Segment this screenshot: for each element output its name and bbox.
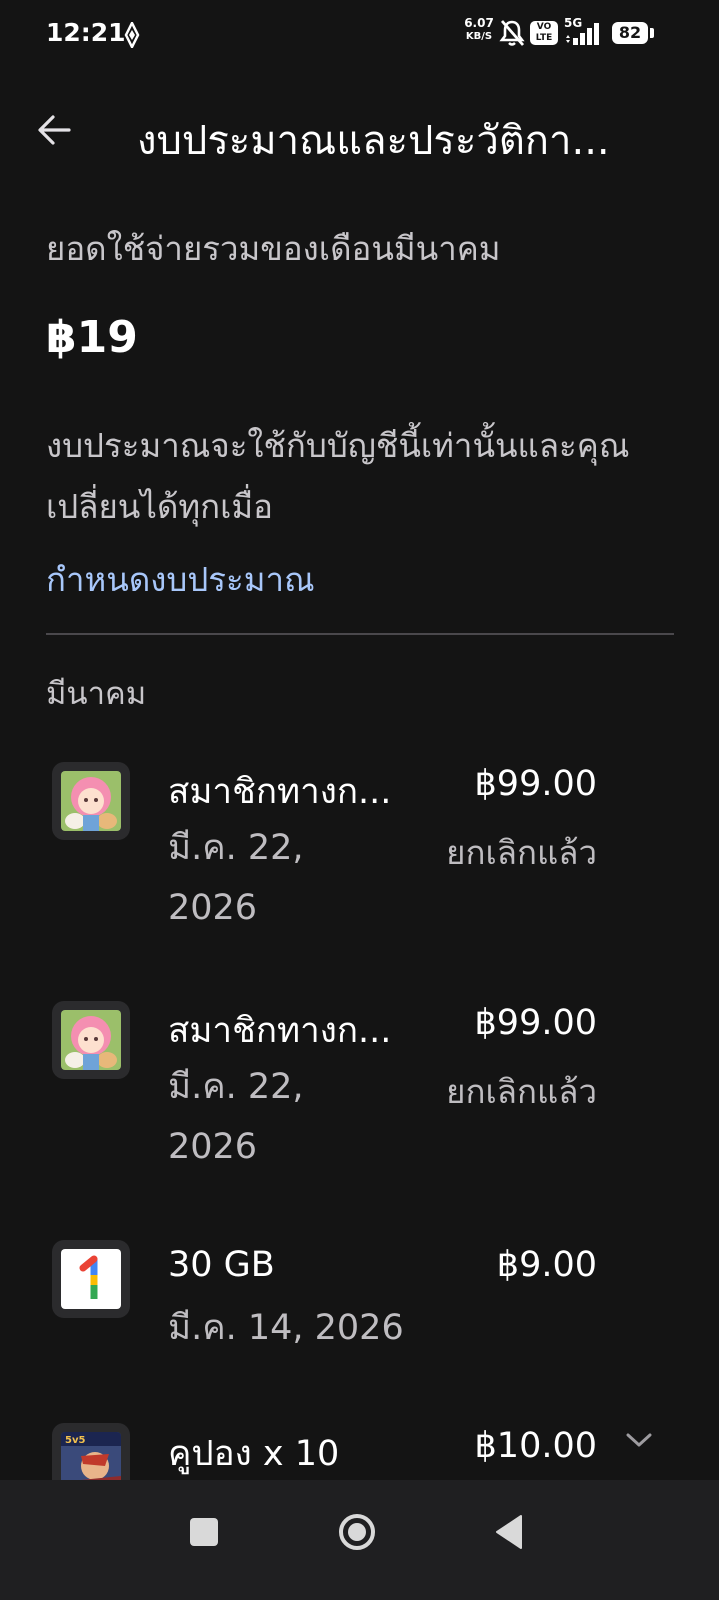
volte-top-label: VO — [536, 22, 552, 32]
battery-level: 82 — [618, 23, 642, 42]
transaction-name: คูปอง x 10 — [168, 1434, 340, 1474]
transaction-price: ฿99.00 — [474, 764, 597, 804]
status-time: 12:21 — [46, 18, 126, 47]
location-diamond-icon — [124, 22, 140, 48]
transaction-date: มี.ค. 22, 2026 — [168, 1067, 304, 1167]
battery-tip — [650, 28, 654, 38]
transaction-name: 30 GB — [168, 1245, 275, 1285]
transaction-status: ยกเลิกแล้ว — [446, 1072, 597, 1111]
transaction-name: สมาชิกทางก... — [168, 1011, 392, 1051]
back-arrow-icon[interactable] — [36, 112, 72, 148]
transaction-date: มี.ค. 22, 2026 — [168, 828, 304, 928]
transaction-name: สมาชิกทางก... — [168, 772, 392, 812]
bell-muted-icon — [499, 20, 525, 46]
svg-text:5v5: 5v5 — [65, 1435, 85, 1446]
recents-button[interactable] — [190, 1518, 218, 1546]
google-one-icon — [52, 1240, 130, 1318]
home-button[interactable] — [337, 1512, 377, 1552]
transaction-date: มี.ค. 14, 2026 — [168, 1308, 404, 1348]
volte-icon: VO LTE — [530, 21, 558, 45]
month-heading: มีนาคม — [46, 676, 147, 712]
volte-bottom-label: LTE — [535, 33, 553, 43]
system-nav-bar — [0, 1480, 719, 1600]
budget-note: งบประมาณจะใช้กับบัญชีนี้เท่านั้นและคุณเป… — [46, 426, 630, 526]
status-bar: 12:21 6.07 KB/S VO LTE 5G 82 — [0, 0, 719, 72]
monthly-spend-label: ยอดใช้จ่ายรวมของเดือนมีนาคม — [46, 229, 501, 268]
transaction-price: ฿9.00 — [496, 1245, 597, 1285]
transaction-price: ฿99.00 — [474, 1003, 597, 1043]
net-speed: 6.07 KB/S — [461, 17, 497, 43]
battery-icon: 82 — [612, 22, 648, 44]
transaction-status: ยกเลิกแล้ว — [446, 833, 597, 872]
net-speed-unit: KB/S — [465, 31, 493, 42]
monthly-total-amount: ฿19 — [46, 312, 138, 363]
back-triangle-icon[interactable] — [493, 1512, 525, 1552]
net-speed-value: 6.07 — [464, 16, 494, 30]
transaction-price: ฿10.00 — [474, 1426, 597, 1466]
chevron-down-icon[interactable] — [624, 1430, 654, 1450]
app-bar: งบประมาณและประวัติกา... — [0, 90, 719, 170]
signal-icon — [566, 23, 599, 45]
game-avatar-icon — [52, 762, 130, 840]
divider — [46, 633, 674, 635]
set-budget-link[interactable]: กำหนดงบประมาณ — [46, 553, 315, 606]
page-title: งบประมาณและประวัติกา... — [137, 118, 610, 164]
game-avatar-icon — [52, 1001, 130, 1079]
